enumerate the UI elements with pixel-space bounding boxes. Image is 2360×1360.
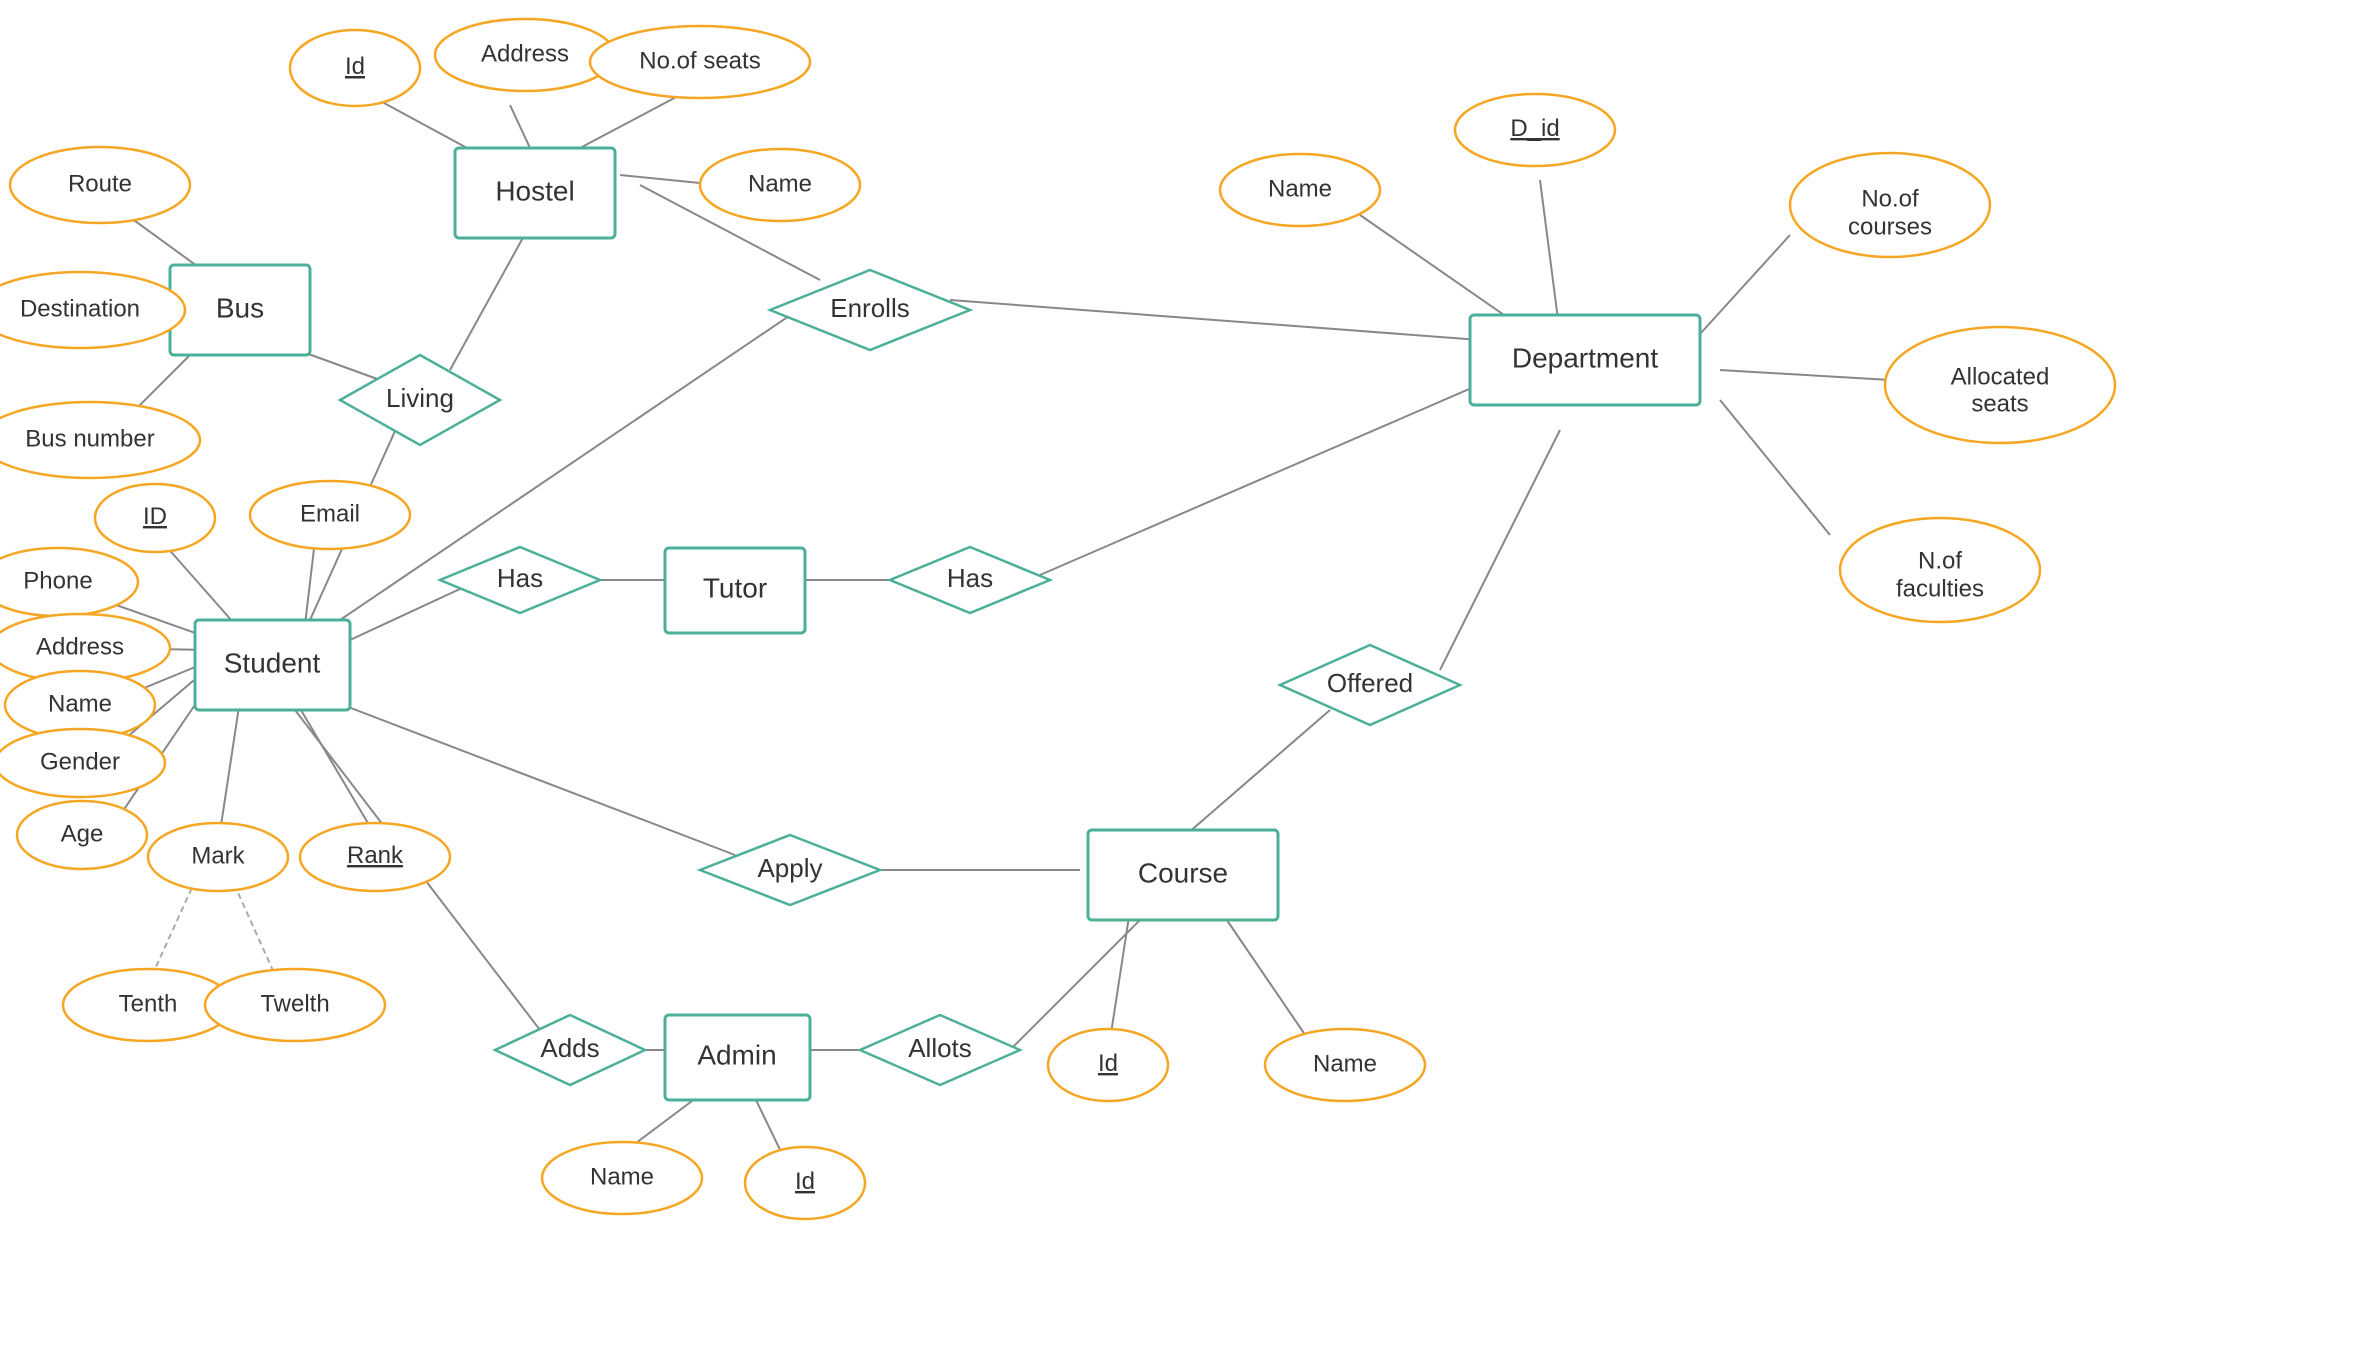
attr-dept-courses-label: No.of (1861, 185, 1919, 212)
attr-student-age-label: Age (61, 820, 104, 847)
attr-hostel-address-label: Address (481, 40, 569, 67)
attr-student-twelth-label: Twelth (260, 990, 329, 1017)
attr-hostel-id-label: Id (345, 53, 365, 80)
attr-bus-number-label: Bus number (25, 425, 154, 452)
attr-student-phone-label: Phone (23, 567, 92, 594)
attr-dept-faculties-label2: faculties (1896, 575, 1984, 602)
rel-adds-label: Adds (540, 1033, 599, 1063)
attr-dept-seats-label1: Allocated (1951, 363, 2050, 390)
rel-has1-label: Has (497, 563, 543, 593)
rel-apply-label: Apply (757, 853, 822, 883)
attr-student-rank-label: Rank (347, 842, 404, 869)
attr-student-name-label: Name (48, 690, 112, 717)
attr-student-tenth-label: Tenth (119, 990, 178, 1017)
attr-hostel-seats-label: No.of seats (639, 47, 760, 74)
entity-bus-label: Bus (216, 292, 264, 323)
attr-course-name-label: Name (1313, 1050, 1377, 1077)
attr-dept-courses-label2: courses (1848, 213, 1932, 240)
attr-student-mark-label: Mark (191, 842, 245, 869)
attr-bus-destination-label: Destination (20, 295, 140, 322)
attr-student-id-label: ID (143, 503, 167, 530)
attr-course-id-label: Id (1098, 1050, 1118, 1077)
entity-student-label: Student (224, 647, 321, 678)
attr-dept-seats-label2: seats (1971, 390, 2028, 417)
entity-admin-label: Admin (697, 1039, 776, 1070)
entity-course-label: Course (1138, 857, 1228, 888)
entity-department-label: Department (1512, 342, 1659, 373)
entity-hostel-label: Hostel (495, 175, 574, 206)
attr-admin-name-label: Name (590, 1163, 654, 1190)
attr-student-gender-label: Gender (40, 748, 120, 775)
entity-tutor-label: Tutor (703, 572, 767, 603)
attr-dept-name-label: Name (1268, 175, 1332, 202)
attr-hostel-name-label: Name (748, 170, 812, 197)
rel-allots-label: Allots (908, 1033, 972, 1063)
rel-has2-label: Has (947, 563, 993, 593)
attr-dept-did-label: D_id (1510, 115, 1559, 142)
attr-student-address-label: Address (36, 633, 124, 660)
rel-offered-label: Offered (1327, 668, 1413, 698)
rel-enrolls-label: Enrolls (830, 293, 909, 323)
rel-living-label: Living (386, 383, 454, 413)
attr-bus-route-label: Route (68, 170, 132, 197)
attr-admin-id-label: Id (795, 1168, 815, 1195)
attr-student-email-label: Email (300, 500, 360, 527)
attr-dept-faculties-label1: N.of (1918, 547, 1962, 574)
